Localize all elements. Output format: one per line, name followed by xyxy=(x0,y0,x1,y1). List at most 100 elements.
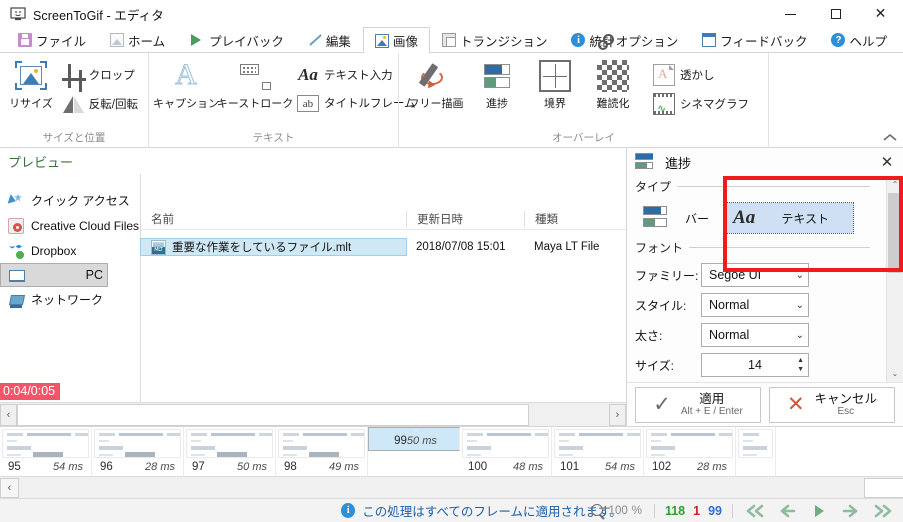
frame-thumbnail[interactable]: 100 48 ms xyxy=(460,427,552,476)
resize-button[interactable]: リサイズ xyxy=(6,57,56,111)
chevron-up-icon[interactable] xyxy=(883,131,897,145)
chevron-down-icon: ⌄ xyxy=(795,329,804,341)
nav-item-dropbox[interactable]: Dropbox xyxy=(0,238,140,263)
border-button[interactable]: 境界 xyxy=(527,57,583,111)
explorer-file-row[interactable]: 重要な作業をしているファイル.mlt 2018/07/08 15:01 Maya… xyxy=(140,236,626,258)
group-small-column: 透かし ∿ シネマグラフ xyxy=(649,57,753,117)
scrollbar-track[interactable] xyxy=(529,404,609,426)
frame-thumbnail[interactable]: 96 28 ms xyxy=(92,427,184,476)
watermark-button[interactable]: 透かし xyxy=(649,62,753,88)
apply-button[interactable]: ✓ 適用 Alt + E / Enter xyxy=(635,386,761,423)
font-weight-select[interactable]: Normal ⌄ xyxy=(701,323,809,347)
next-frame-button[interactable] xyxy=(835,500,867,522)
quick-access-star-icon xyxy=(8,193,24,209)
frame-preview-canvas[interactable]: クイック アクセス Creative Cloud Files Dropbox P… xyxy=(0,174,626,402)
column-header-name[interactable]: 名前 xyxy=(141,211,406,227)
close-button[interactable]: ✕ xyxy=(858,0,903,28)
tab-feedback[interactable]: フィードバック xyxy=(690,27,819,52)
column-header-type[interactable]: 種類 xyxy=(524,210,626,227)
group-items: A キャプション キーストローク Aa テキスト入力 ab タイトルフレーム xyxy=(153,57,416,125)
font-size-stepper[interactable]: 14 ▲ ▼ xyxy=(701,353,809,377)
column-header-modified[interactable]: 更新日時 xyxy=(406,210,524,227)
magnifier-icon[interactable] xyxy=(590,503,605,518)
strip-scrollbar-thumb[interactable] xyxy=(864,477,903,498)
button-label: 反転/回転 xyxy=(88,99,138,111)
preview-pane: プレビュー クイック アクセス Creative Cloud Files Dro… xyxy=(0,148,626,426)
selected-frames-count: 1 xyxy=(693,503,701,518)
stepper-arrows[interactable]: ▲ ▼ xyxy=(797,355,804,375)
group-title: オーバーレイ xyxy=(552,132,615,144)
stepper-down-icon[interactable]: ▼ xyxy=(797,366,804,373)
nav-item-network[interactable]: ネットワーク xyxy=(0,287,140,312)
frame-thumbnail[interactable]: 97 50 ms xyxy=(184,427,276,476)
first-frame-button[interactable] xyxy=(739,500,771,522)
obfuscate-button[interactable]: 難読化 xyxy=(585,57,641,111)
frame-thumbnail[interactable]: 95 54 ms xyxy=(0,427,92,476)
tab-file[interactable]: ファイル xyxy=(6,27,98,52)
scrollbar-thumb[interactable] xyxy=(17,403,529,426)
frame-thumbnail[interactable]: 98 49 ms xyxy=(276,427,368,476)
tab-playback[interactable]: プレイバック xyxy=(177,27,296,52)
scroll-right-button[interactable]: › xyxy=(609,403,626,426)
caption-button[interactable]: A キャプション xyxy=(153,57,219,111)
strip-scroll-left-button[interactable]: ‹ xyxy=(0,477,19,498)
tab-image[interactable]: 画像 xyxy=(362,27,430,53)
panel-close-button[interactable]: ✕ xyxy=(877,152,897,172)
free-draw-button[interactable]: フリー描画 xyxy=(405,57,467,111)
scroll-left-button[interactable]: ‹ xyxy=(0,403,17,426)
scrollbar-thumb[interactable] xyxy=(888,193,902,273)
zoom-value[interactable]: 100 xyxy=(609,505,628,517)
tab-transition[interactable]: トランジション xyxy=(430,27,560,52)
nav-item-label: クイック アクセス xyxy=(31,194,130,208)
scroll-down-button[interactable]: ⌄ xyxy=(887,365,903,382)
preview-header: プレビュー xyxy=(0,148,626,174)
keystroke-button[interactable]: キーストローク xyxy=(217,57,293,111)
panel-vertical-scrollbar[interactable]: ⌃ ⌄ xyxy=(886,176,903,382)
frame-number: 101 xyxy=(560,461,580,473)
cinemagraph-button[interactable]: ∿ シネマグラフ xyxy=(649,91,753,117)
tab-home[interactable]: ホーム xyxy=(98,27,177,52)
font-size-value: 14 xyxy=(748,358,762,372)
font-style-select[interactable]: Normal ⌄ xyxy=(701,293,809,317)
tab-help[interactable]: ? ヘルプ xyxy=(819,27,899,52)
button-label: 境界 xyxy=(544,98,566,110)
frame-strip-scrollbar[interactable]: ‹ › xyxy=(0,476,903,498)
frame-image xyxy=(554,429,641,458)
nav-item-quick-access[interactable]: クイック アクセス xyxy=(0,188,140,213)
type-option-bar[interactable]: バー xyxy=(635,201,717,235)
flip-rotate-icon xyxy=(62,93,84,115)
frame-image xyxy=(738,429,773,458)
scroll-up-button[interactable]: ⌃ xyxy=(887,176,903,193)
app-monitor-icon xyxy=(10,6,26,22)
tab-options[interactable]: オプション xyxy=(586,27,691,52)
frame-strip[interactable]: 95 54 ms 96 28 ms 97 50 ms 98 49 ms 99 5… xyxy=(0,426,903,476)
flip-rotate-button[interactable]: 反転/回転 xyxy=(58,91,142,117)
maximize-button[interactable] xyxy=(813,0,858,28)
progress-button[interactable]: 進捗 xyxy=(469,57,525,111)
border-icon xyxy=(539,60,571,92)
play-button[interactable] xyxy=(803,500,835,522)
frame-thumbnail[interactable]: 102 28 ms xyxy=(644,427,736,476)
crop-button[interactable]: クロップ xyxy=(58,62,142,92)
ribbon-tabstrip: ファイル ホーム プレイバック 編集 画像 トランジション i 統計 オプション… xyxy=(0,27,903,53)
nav-item-creative-cloud[interactable]: Creative Cloud Files xyxy=(0,213,140,238)
tab-edit[interactable]: 編集 xyxy=(296,27,363,52)
last-frame-button[interactable] xyxy=(867,500,899,522)
ribbon-group-overlay: フリー描画 進捗 境界 難読化 透かし xyxy=(398,53,768,148)
info-icon: i xyxy=(341,503,356,518)
cancel-button[interactable]: ✕ キャンセル Esc xyxy=(769,386,895,423)
close-icon: ✕ xyxy=(874,6,887,22)
font-family-select[interactable]: Segoe UI ⌄ xyxy=(701,263,809,287)
play-icon xyxy=(191,34,205,46)
stepper-up-icon[interactable]: ▲ xyxy=(797,357,804,364)
nav-item-pc[interactable]: PC xyxy=(0,263,108,287)
frame-thumbnail[interactable]: 101 54 ms xyxy=(552,427,644,476)
preview-horizontal-scrollbar[interactable]: ‹ › xyxy=(0,402,626,426)
file-name-cell[interactable]: 重要な作業をしているファイル.mlt xyxy=(140,238,407,256)
type-option-text[interactable]: Aa テキスト xyxy=(724,202,855,234)
minimize-button[interactable] xyxy=(768,0,813,28)
strip-scrollbar-track[interactable] xyxy=(19,477,903,498)
previous-frame-button[interactable] xyxy=(771,500,803,522)
frame-thumbnail-partial[interactable] xyxy=(736,427,776,476)
frame-thumbnail-selected[interactable]: 99 50 ms xyxy=(368,427,460,451)
